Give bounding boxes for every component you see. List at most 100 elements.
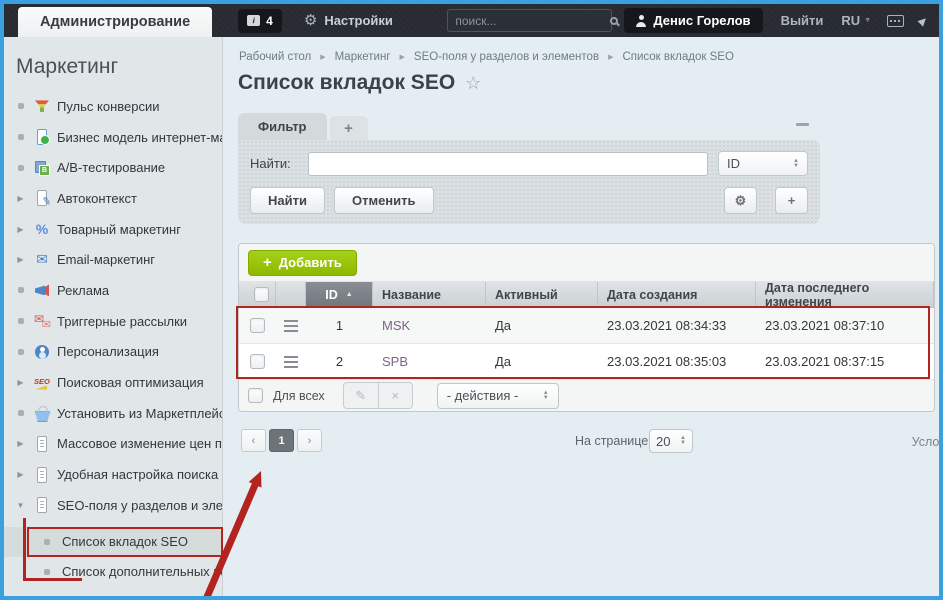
hamburger-icon[interactable] xyxy=(284,320,298,332)
select-spinner-icon: ▲▼ xyxy=(793,159,799,169)
autocontext-icon xyxy=(34,190,50,206)
trigger-mail-icon xyxy=(34,313,50,329)
page-title: Список вкладок SEO ☆ xyxy=(238,71,481,95)
megaphone-icon xyxy=(34,282,50,298)
cell-date-modified: 23.03.2021 08:37:10 xyxy=(756,308,934,343)
row-checkbox[interactable] xyxy=(250,318,265,333)
sidebar-item-product-marketing[interactable]: ▶ Товарный маркетинг xyxy=(4,214,223,245)
star-icon[interactable]: ☆ xyxy=(465,73,481,94)
email-icon xyxy=(34,252,50,268)
conversion-funnel-icon xyxy=(34,98,50,114)
cancel-button[interactable]: Отменить xyxy=(334,187,434,214)
breadcrumb-marketing[interactable]: Маркетинг xyxy=(335,51,391,63)
cell-date-created: 23.03.2021 08:34:33 xyxy=(598,308,756,343)
bullet-marker xyxy=(14,165,27,171)
filter-panel: Фильтр + Найти: ID ▲▼ Найти Отменить xyxy=(238,113,820,224)
cell-name-link[interactable]: SPB xyxy=(382,354,408,369)
breadcrumb-separator-icon: ▶ xyxy=(608,53,613,61)
settings-label: Настройки xyxy=(324,13,393,28)
field-select[interactable]: ID ▲▼ xyxy=(718,151,808,176)
sidebar-item-mass-price-change[interactable]: ▶ Массовое изменение цен по фи xyxy=(4,429,223,460)
select-all-cell xyxy=(239,282,276,307)
user-menu-button[interactable]: Денис Горелов xyxy=(624,8,762,33)
chevron-right-icon[interactable]: ▶ xyxy=(14,194,27,203)
sidebar-item-business-model[interactable]: Бизнес модель интернет-магази xyxy=(4,122,223,153)
notifications-badge[interactable]: i 4 xyxy=(238,9,282,33)
find-label: Найти: xyxy=(250,156,308,171)
search-input[interactable] xyxy=(455,14,610,28)
filter-add-field-button[interactable]: + xyxy=(775,187,808,214)
column-header-active[interactable]: Активный xyxy=(486,282,598,307)
tab-filter[interactable]: Фильтр xyxy=(238,113,327,140)
filter-body: Найти: ID ▲▼ Найти Отменить ⚙ + xyxy=(238,140,820,224)
sidebar-item-personalization[interactable]: Персонализация xyxy=(4,337,223,368)
conditions-link-truncated[interactable]: Услов xyxy=(912,435,939,449)
add-button[interactable]: + Добавить xyxy=(248,250,357,276)
breadcrumb-desktop[interactable]: Рабочий стол xyxy=(239,51,311,63)
logout-button[interactable]: Выйти xyxy=(781,13,824,28)
column-header-date-created[interactable]: Дата создания xyxy=(598,282,756,307)
bullet-marker xyxy=(14,410,27,416)
search-icon[interactable] xyxy=(610,17,618,25)
sidebar-subitem-seo-tabs-list[interactable]: Список вкладок SEO xyxy=(4,527,223,557)
column-header-name[interactable]: Название xyxy=(373,282,486,307)
cell-active: Да xyxy=(486,344,598,379)
next-page-button[interactable]: › xyxy=(297,429,322,452)
chevron-right-icon[interactable]: ▶ xyxy=(14,470,27,479)
for-all-checkbox[interactable] xyxy=(248,388,263,403)
column-header-id[interactable]: ID ▲ xyxy=(306,282,373,307)
document-icon xyxy=(34,467,50,483)
collapse-filter-button[interactable] xyxy=(796,123,809,126)
breadcrumb: Рабочий стол ▶ Маркетинг ▶ SEO-поля у ра… xyxy=(239,51,734,63)
cell-name-link[interactable]: MSK xyxy=(382,318,410,333)
sidebar-item-search-setup[interactable]: ▶ Удобная настройка поиска по то xyxy=(4,459,223,490)
personalization-icon xyxy=(34,344,50,360)
bullet-marker xyxy=(14,287,27,293)
close-icon: × xyxy=(391,388,399,403)
sidebar-subitem-additional-fields-list[interactable]: Список дополнительных полей xyxy=(4,557,223,587)
delete-button[interactable]: × xyxy=(378,383,412,408)
sidebar-item-trigger-mailings[interactable]: Триггерные рассылки xyxy=(4,306,223,337)
prev-page-button[interactable]: ‹ xyxy=(241,429,266,452)
per-page-select[interactable]: 20 ▲▼ xyxy=(649,429,693,453)
main-content: Рабочий стол ▶ Маркетинг ▶ SEO-поля у ра… xyxy=(223,37,939,596)
language-selector[interactable]: RU ▼ xyxy=(841,13,871,28)
column-header-date-modified[interactable]: Дата последнего изменения xyxy=(756,282,934,307)
breadcrumb-seo-fields[interactable]: SEO-поля у разделов и элементов xyxy=(414,51,599,63)
chevron-right-icon[interactable]: ▶ xyxy=(14,255,27,264)
sidebar-marketing: Маркетинг Пульс конверсии Бизнес модель … xyxy=(4,37,223,596)
actions-select[interactable]: - действия - ▲▼ xyxy=(437,383,559,409)
filter-settings-button[interactable]: ⚙ xyxy=(724,187,757,214)
add-filter-tab-button[interactable]: + xyxy=(330,116,368,140)
sidebar-item-marketplace[interactable]: Установить из Маркетплейс xyxy=(4,398,223,429)
select-all-checkbox[interactable] xyxy=(254,287,269,302)
sidebar-item-seo[interactable]: ▶ Поисковая оптимизация xyxy=(4,367,223,398)
breadcrumb-seo-tabs-list[interactable]: Список вкладок SEO xyxy=(622,51,733,63)
settings-menu[interactable]: ⚙ Настройки xyxy=(304,13,393,28)
gear-icon: ⚙ xyxy=(304,13,317,28)
hamburger-icon[interactable] xyxy=(284,356,298,368)
current-page-button[interactable]: 1 xyxy=(269,429,294,452)
sidebar-item-ab-testing[interactable]: A/B-тестирование xyxy=(4,152,223,183)
chevron-right-icon[interactable]: ▶ xyxy=(14,439,27,448)
row-checkbox[interactable] xyxy=(250,354,265,369)
tab-administration[interactable]: Администрирование xyxy=(18,7,212,37)
keyboard-icon[interactable] xyxy=(887,15,904,27)
find-button[interactable]: Найти xyxy=(250,187,325,214)
sidebar-item-seo-fields[interactable]: ▼ SEO-поля у разделов и элемент xyxy=(4,490,223,521)
seo-icon xyxy=(34,375,50,391)
gear-icon: ⚙ xyxy=(735,193,747,209)
chevron-down-icon[interactable]: ▼ xyxy=(14,501,27,510)
sidebar-item-autocontext[interactable]: ▶ Автоконтекст xyxy=(4,183,223,214)
chevron-right-icon[interactable]: ▶ xyxy=(14,378,27,387)
find-input[interactable] xyxy=(308,152,708,176)
chevron-right-icon[interactable]: ▶ xyxy=(14,225,27,234)
select-spinner-icon: ▲▼ xyxy=(680,436,686,446)
cell-id: 2 xyxy=(306,344,373,379)
edit-button[interactable]: ✎ xyxy=(344,383,378,408)
pin-icon[interactable]: ► xyxy=(913,11,933,31)
sidebar-item-email-marketing[interactable]: ▶ Email-маркетинг xyxy=(4,244,223,275)
sidebar-item-advertising[interactable]: Реклама xyxy=(4,275,223,306)
bullet-marker xyxy=(14,134,27,140)
sidebar-item-conversion-pulse[interactable]: Пульс конверсии xyxy=(4,91,223,122)
